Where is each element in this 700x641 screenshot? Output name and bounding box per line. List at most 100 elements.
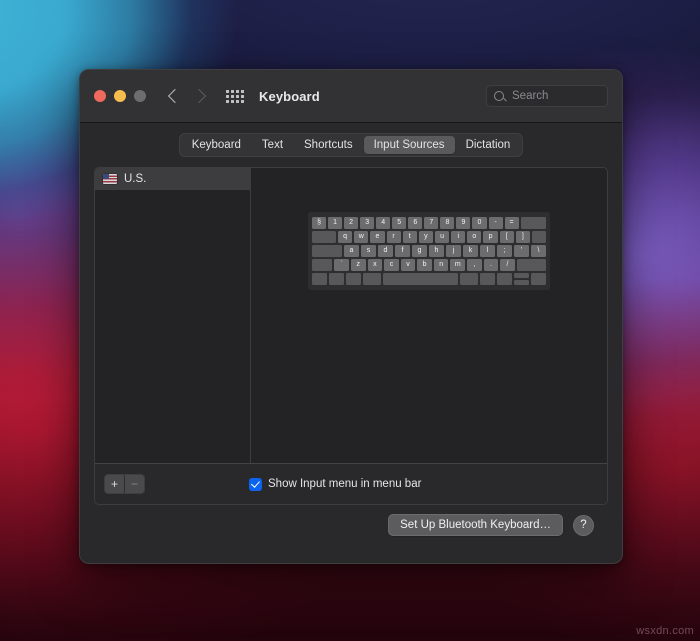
key-1[interactable]: 1 bbox=[328, 217, 343, 229]
key-q[interactable]: q bbox=[338, 231, 353, 243]
key-quote[interactable]: ' bbox=[514, 245, 529, 257]
grid-dot bbox=[231, 89, 234, 93]
show-input-menu-checkbox-row[interactable]: Show Input menu in menu bar bbox=[249, 477, 421, 491]
key-v[interactable]: v bbox=[400, 259, 416, 271]
key-8[interactable]: 8 bbox=[440, 217, 455, 229]
add-input-source-button[interactable]: + bbox=[105, 475, 124, 493]
key-return-upper[interactable] bbox=[531, 231, 547, 243]
key-backtick[interactable]: ` bbox=[334, 259, 349, 271]
list-item[interactable]: U.S. bbox=[95, 168, 250, 190]
key-d[interactable]: d bbox=[378, 245, 393, 257]
window-body: U.S. § 1 2 3 4 5 6 7 8 9 0 - = q w e r t… bbox=[80, 167, 622, 563]
grid-dot bbox=[236, 89, 239, 93]
key-t[interactable]: t bbox=[402, 231, 417, 243]
grid-dot bbox=[231, 94, 234, 98]
key-b[interactable]: b bbox=[417, 259, 432, 271]
system-preferences-window: Keyboard Keyboard Text Shortcuts Input S… bbox=[79, 69, 623, 564]
watermark: wsxdn.com bbox=[636, 625, 694, 637]
key-5[interactable]: 5 bbox=[392, 217, 407, 229]
key-y[interactable]: y bbox=[418, 231, 433, 243]
close-button[interactable] bbox=[94, 90, 106, 102]
key-period[interactable]: . bbox=[483, 259, 499, 271]
key-bracket-right[interactable]: ] bbox=[515, 231, 530, 243]
key-slash[interactable]: / bbox=[500, 259, 515, 271]
key-w[interactable]: w bbox=[354, 231, 369, 243]
keyboard-row: q w e r t y u i o p [ ] bbox=[312, 231, 547, 243]
key-equal[interactable]: = bbox=[504, 217, 519, 229]
key-h[interactable]: h bbox=[429, 245, 444, 257]
key-c[interactable]: c bbox=[384, 259, 399, 271]
key-section[interactable]: § bbox=[312, 217, 327, 229]
key-arrow-left[interactable] bbox=[497, 273, 512, 285]
key-6[interactable]: 6 bbox=[408, 217, 423, 229]
key-e[interactable]: e bbox=[370, 231, 385, 243]
key-z[interactable]: z bbox=[351, 259, 366, 271]
key-shift-left[interactable] bbox=[312, 259, 333, 271]
key-a[interactable]: a bbox=[344, 245, 359, 257]
key-semicolon[interactable]: ; bbox=[497, 245, 512, 257]
key-7[interactable]: 7 bbox=[424, 217, 439, 229]
tab-keyboard[interactable]: Keyboard bbox=[182, 136, 251, 154]
key-9[interactable]: 9 bbox=[456, 217, 471, 229]
key-command-left[interactable] bbox=[363, 273, 381, 285]
key-backslash[interactable]: \ bbox=[531, 245, 546, 257]
remove-input-source-button[interactable]: − bbox=[124, 475, 144, 493]
tab-input-sources[interactable]: Input Sources bbox=[363, 136, 455, 154]
back-chevron-icon[interactable] bbox=[167, 88, 183, 104]
search-icon bbox=[494, 91, 504, 101]
key-o[interactable]: o bbox=[467, 231, 482, 243]
key-tab[interactable] bbox=[312, 231, 337, 243]
key-f[interactable]: f bbox=[395, 245, 410, 257]
search-field[interactable] bbox=[486, 85, 608, 107]
key-2[interactable]: 2 bbox=[344, 217, 359, 229]
key-space[interactable] bbox=[383, 273, 458, 285]
key-k[interactable]: k bbox=[463, 245, 478, 257]
tab-shortcuts[interactable]: Shortcuts bbox=[294, 136, 363, 154]
key-comma[interactable]: , bbox=[467, 259, 482, 271]
key-j[interactable]: j bbox=[446, 245, 461, 257]
keyboard-row: a s d f g h j k l ; ' \ bbox=[312, 245, 546, 257]
key-arrow-right[interactable] bbox=[531, 273, 546, 285]
zoom-button[interactable] bbox=[134, 90, 146, 102]
input-sources-list[interactable]: U.S. bbox=[95, 168, 251, 463]
tab-dictation[interactable]: Dictation bbox=[456, 136, 521, 154]
key-4[interactable]: 4 bbox=[376, 217, 391, 229]
key-r[interactable]: r bbox=[386, 231, 401, 243]
tab-text[interactable]: Text bbox=[252, 136, 293, 154]
show-input-menu-checkbox[interactable] bbox=[249, 477, 262, 491]
key-bracket-left[interactable]: [ bbox=[499, 231, 514, 243]
key-option-left[interactable] bbox=[346, 273, 361, 285]
key-g[interactable]: g bbox=[412, 245, 427, 257]
key-m[interactable]: m bbox=[450, 259, 466, 271]
key-p[interactable]: p bbox=[483, 231, 498, 243]
minimize-button[interactable] bbox=[114, 90, 126, 102]
set-up-bluetooth-keyboard-button[interactable]: Set Up Bluetooth Keyboard… bbox=[388, 514, 563, 536]
input-sources-panel: U.S. § 1 2 3 4 5 6 7 8 9 0 - = q w e r t… bbox=[94, 167, 608, 505]
key-shift-right[interactable] bbox=[516, 259, 546, 271]
list-item-label: U.S. bbox=[124, 173, 147, 185]
key-caps-lock[interactable] bbox=[312, 245, 342, 257]
search-input[interactable] bbox=[510, 89, 604, 103]
key-u[interactable]: u bbox=[434, 231, 450, 243]
key-fn[interactable] bbox=[312, 273, 327, 285]
grid-dot bbox=[226, 99, 229, 103]
key-arrow-up[interactable] bbox=[514, 273, 529, 278]
key-command-right[interactable] bbox=[460, 273, 478, 285]
forward-chevron-icon[interactable] bbox=[191, 88, 207, 104]
key-delete[interactable] bbox=[520, 217, 546, 229]
key-option-right[interactable] bbox=[480, 273, 495, 285]
key-3[interactable]: 3 bbox=[360, 217, 375, 229]
show-all-grid-icon[interactable] bbox=[226, 89, 244, 103]
key-control[interactable] bbox=[329, 273, 344, 285]
key-0[interactable]: 0 bbox=[472, 217, 487, 229]
key-n[interactable]: n bbox=[433, 259, 449, 271]
window-footer: Set Up Bluetooth Keyboard… ? bbox=[94, 505, 608, 551]
help-button[interactable]: ? bbox=[573, 514, 594, 536]
key-s[interactable]: s bbox=[361, 245, 376, 257]
key-minus[interactable]: - bbox=[488, 217, 503, 229]
key-i[interactable]: i bbox=[451, 231, 466, 243]
key-l[interactable]: l bbox=[480, 245, 495, 257]
key-x[interactable]: x bbox=[367, 259, 383, 271]
key-arrow-down[interactable] bbox=[514, 280, 529, 285]
us-flag-icon bbox=[103, 174, 117, 184]
